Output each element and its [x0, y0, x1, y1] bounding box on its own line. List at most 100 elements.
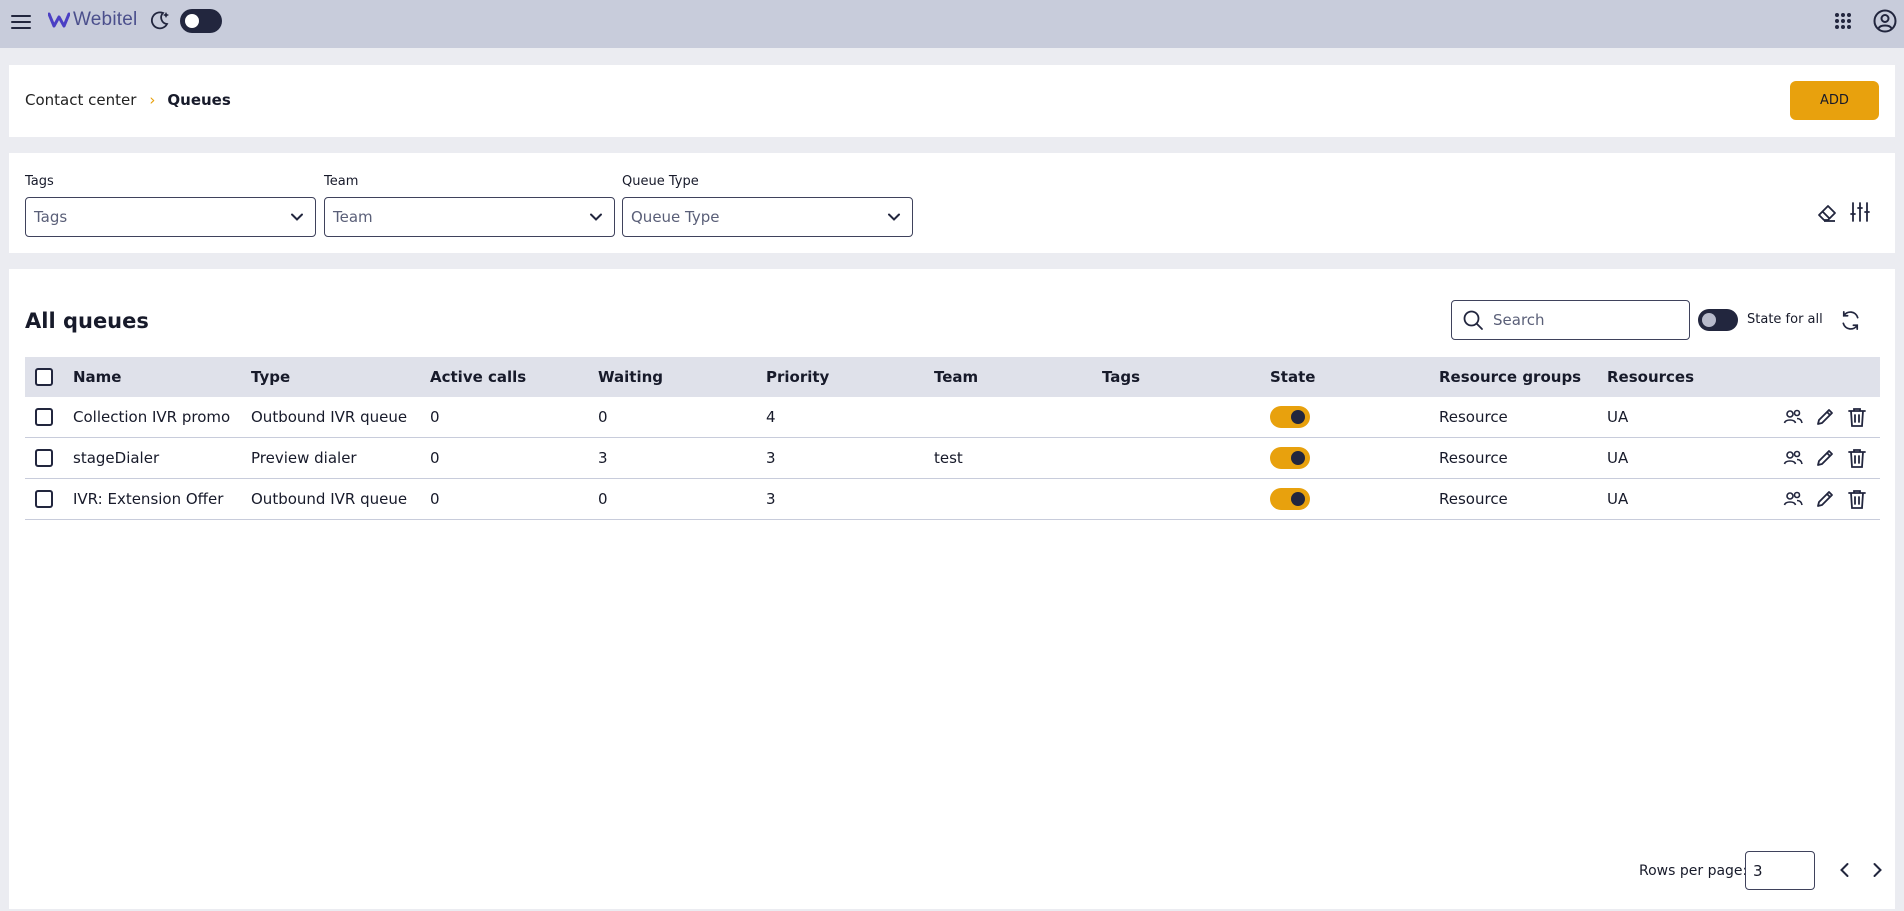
column-header-state[interactable]: State [1270, 357, 1315, 397]
toggle-knob [1291, 410, 1305, 424]
waiting: 0 [598, 408, 608, 426]
resources: UA [1607, 449, 1629, 467]
priority: 4 [766, 408, 776, 426]
members-icon[interactable] [1782, 406, 1804, 428]
column-header-resources[interactable]: Resources [1607, 357, 1694, 397]
row-actions [1782, 397, 1868, 437]
webitel-logo-icon [48, 12, 70, 28]
delete-icon[interactable] [1846, 406, 1868, 428]
queue-type: Preview dialer [251, 449, 357, 467]
priority: 3 [766, 490, 776, 508]
toggle-knob [1702, 313, 1716, 327]
add-button[interactable]: ADD [1790, 81, 1879, 120]
rows-per-page-input[interactable] [1745, 851, 1815, 890]
toggle-knob [1291, 492, 1305, 506]
resource-groups: Resource [1439, 490, 1508, 508]
row-checkbox[interactable] [35, 449, 53, 467]
account-icon[interactable] [1872, 8, 1898, 34]
search-icon [1463, 310, 1483, 330]
table-header: Name Type Active calls Waiting Priority … [25, 357, 1880, 397]
waiting: 0 [598, 490, 608, 508]
chevron-down-icon [888, 213, 900, 221]
table-row[interactable]: stageDialer Preview dialer 0 3 3 test Re… [25, 438, 1880, 479]
top-bar: Webitel [0, 0, 1904, 48]
priority: 3 [766, 449, 776, 467]
column-header-resource-groups[interactable]: Resource groups [1439, 357, 1581, 397]
queue-type: Outbound IVR queue [251, 408, 408, 426]
column-header-team[interactable]: Team [934, 357, 978, 397]
queue-name[interactable]: stageDialer [73, 438, 159, 478]
select-placeholder: Tags [34, 208, 68, 226]
delete-icon[interactable] [1846, 488, 1868, 510]
chevron-down-icon [590, 213, 602, 221]
members-icon[interactable] [1782, 447, 1804, 469]
filter-label: Team [324, 174, 359, 189]
queue-type-select[interactable]: Queue Type [622, 197, 913, 237]
select-placeholder: Queue Type [631, 208, 720, 226]
apps-grid-icon[interactable] [1832, 10, 1854, 32]
rows-per-page-label: Rows per page: [1639, 863, 1748, 879]
resources: UA [1607, 408, 1629, 426]
app-logo[interactable]: Webitel [48, 9, 137, 31]
row-actions [1782, 438, 1868, 478]
filter-label: Tags [25, 174, 54, 189]
filter-settings-icon[interactable] [1849, 201, 1871, 223]
clear-filters-icon[interactable] [1816, 202, 1838, 224]
active-calls: 0 [430, 449, 440, 467]
row-checkbox[interactable] [35, 408, 53, 426]
queue-name[interactable]: IVR: Extension Offer [73, 479, 223, 519]
state-for-all-toggle[interactable] [1698, 309, 1738, 331]
column-header-active-calls[interactable]: Active calls [430, 357, 526, 397]
row-checkbox[interactable] [35, 490, 53, 508]
menu-icon[interactable] [9, 10, 33, 34]
active-calls: 0 [430, 490, 440, 508]
breadcrumb-separator: › [149, 91, 156, 109]
filters-panel: Tags Tags Team Team Queue Type Queue Typ… [9, 153, 1895, 253]
resource-groups: Resource [1439, 408, 1508, 426]
column-header-waiting[interactable]: Waiting [598, 357, 663, 397]
members-icon[interactable] [1782, 488, 1804, 510]
next-page-icon[interactable] [1866, 859, 1888, 881]
theme-toggle[interactable] [180, 9, 222, 33]
breadcrumb-contact-center[interactable]: Contact center [25, 91, 136, 109]
state-for-all-label: State for all [1747, 312, 1823, 327]
queues-table: Name Type Active calls Waiting Priority … [25, 357, 1880, 520]
edit-icon[interactable] [1814, 447, 1836, 469]
team: test [934, 449, 963, 467]
previous-page-icon[interactable] [1834, 859, 1856, 881]
toggle-knob [1291, 451, 1305, 465]
waiting: 3 [598, 449, 608, 467]
queue-type: Outbound IVR queue [251, 490, 408, 508]
state-toggle[interactable] [1270, 447, 1310, 469]
team-select[interactable]: Team [324, 197, 615, 237]
table-row[interactable]: Collection IVR promo Outbound IVR queue … [25, 397, 1880, 438]
edit-icon[interactable] [1814, 488, 1836, 510]
search-field[interactable] [1451, 300, 1690, 340]
state-toggle[interactable] [1270, 488, 1310, 510]
toggle-knob [185, 14, 199, 28]
column-header-tags[interactable]: Tags [1102, 357, 1140, 397]
filter-label: Queue Type [622, 174, 699, 189]
resources: UA [1607, 490, 1629, 508]
column-header-type[interactable]: Type [251, 357, 290, 397]
table-title: All queues [25, 309, 149, 333]
team-filter: Team Team [324, 174, 615, 237]
column-header-priority[interactable]: Priority [766, 357, 829, 397]
logo-text: Webitel [73, 9, 138, 30]
delete-icon[interactable] [1846, 447, 1868, 469]
table-row[interactable]: IVR: Extension Offer Outbound IVR queue … [25, 479, 1880, 520]
breadcrumb: Contact center › Queues [25, 91, 231, 109]
queue-name[interactable]: Collection IVR promo [73, 397, 230, 437]
refresh-icon[interactable] [1839, 309, 1862, 332]
dark-mode-icon [149, 9, 171, 31]
tags-filter: Tags Tags [25, 174, 316, 237]
active-calls: 0 [430, 408, 440, 426]
tags-select[interactable]: Tags [25, 197, 316, 237]
column-header-name[interactable]: Name [73, 357, 121, 397]
queue-type-filter: Queue Type Queue Type [622, 174, 913, 237]
row-actions [1782, 479, 1868, 519]
select-all-checkbox[interactable] [35, 368, 53, 386]
search-input[interactable] [1493, 311, 1673, 329]
state-toggle[interactable] [1270, 406, 1310, 428]
edit-icon[interactable] [1814, 406, 1836, 428]
